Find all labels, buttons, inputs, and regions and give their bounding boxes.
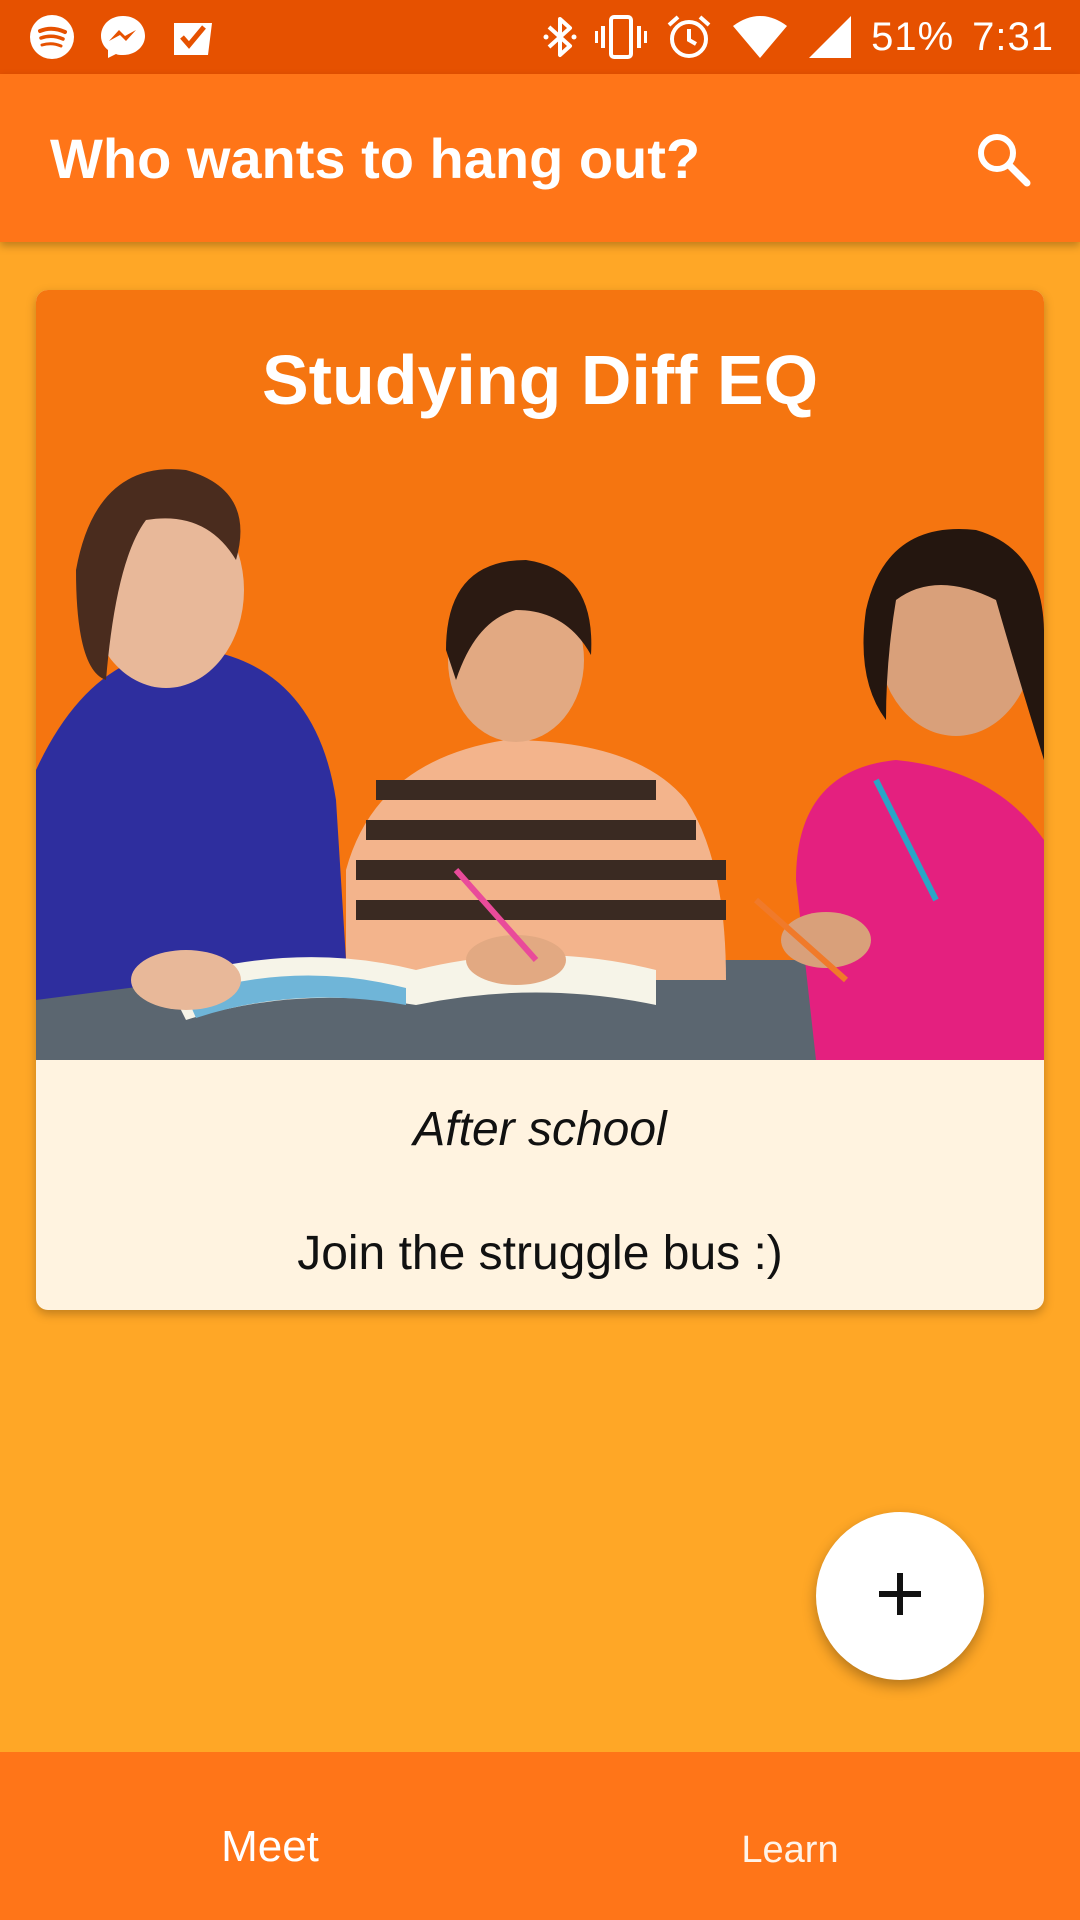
app-bar-title: Who wants to hang out? <box>50 127 701 190</box>
event-card[interactable]: Studying Diff EQ After school Join the s… <box>36 290 1044 1310</box>
students-studying-photo <box>36 469 1044 1060</box>
card-title: Studying Diff EQ <box>261 341 819 419</box>
wifi-icon <box>731 14 789 60</box>
app-bar: Who wants to hang out? <box>0 74 1080 242</box>
bottom-navigation: Meet Learn <box>0 1752 1080 1920</box>
status-bar: 51% 7:31 <box>0 0 1080 74</box>
add-event-button[interactable] <box>816 1512 984 1680</box>
inbox-check-icon <box>170 15 214 59</box>
card-subtitle: After school <box>413 1103 667 1156</box>
messenger-icon <box>98 12 148 62</box>
search-button[interactable] <box>968 126 1038 196</box>
bluetooth-icon <box>543 14 577 60</box>
alarm-icon <box>665 13 713 61</box>
nav-item-meet[interactable]: Meet <box>0 1752 540 1920</box>
card-hero: Studying Diff EQ <box>36 290 1044 1060</box>
spotify-icon <box>28 13 76 61</box>
search-icon <box>973 129 1033 194</box>
signal-icon <box>807 14 853 60</box>
plus-icon <box>875 1569 925 1624</box>
clock-time: 7:31 <box>972 14 1054 59</box>
vibrate-icon <box>595 14 648 60</box>
battery-percentage: 51% <box>871 14 955 59</box>
nav-item-learn[interactable]: Learn <box>520 1752 1060 1920</box>
card-description: Join the struggle bus :) <box>297 1227 783 1280</box>
